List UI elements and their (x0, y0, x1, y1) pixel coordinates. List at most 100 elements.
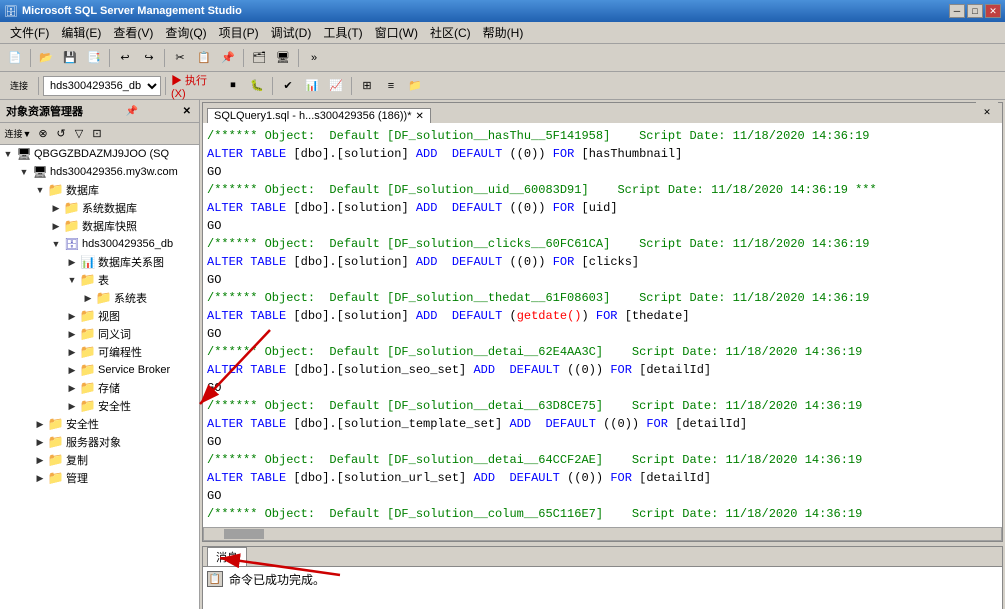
tree-node-databases[interactable]: ▼ 📁 数据库 (0, 181, 199, 199)
expand-icon: ▶ (32, 470, 48, 486)
programmability-label: 可编程性 (98, 344, 142, 360)
tree-node-sysdb[interactable]: ▶ 📁 系统数据库 (0, 199, 199, 217)
undo-btn[interactable]: ↩ (114, 47, 136, 69)
tree-node-programmability[interactable]: ▶ 📁 可编程性 (0, 343, 199, 361)
menu-tools[interactable]: 工具(T) (317, 22, 368, 43)
new-query-btn[interactable]: 📄 (4, 47, 26, 69)
h-scroll-thumb (224, 529, 264, 539)
paste-btn[interactable]: 📌 (217, 47, 239, 69)
folder-icon: 📁 (80, 344, 96, 360)
sql-tab-bar: SQLQuery1.sql - h...s300429356 (186))* ✕… (203, 103, 1002, 123)
diagrams-label: 数据库关系图 (98, 254, 164, 270)
folder-icon: 📁 (48, 452, 64, 468)
stop-refresh-btn[interactable]: ⊡ (88, 125, 106, 143)
title-min-btn[interactable]: ─ (949, 4, 965, 18)
close-panel-btn[interactable]: ✕ (181, 106, 193, 117)
include-actual-plan-btn[interactable]: 📊 (301, 75, 323, 97)
obj-explorer-btn[interactable]: 🗂 (248, 47, 270, 69)
tree-node-replication[interactable]: ▶ 📁 复制 (0, 451, 199, 469)
parse-btn[interactable]: ✔ (277, 75, 299, 97)
tree-node-server1[interactable]: ▼ 🖥 QBGGZBDAZMJ9JOO (SQ (0, 145, 199, 163)
menu-window[interactable]: 窗口(W) (369, 22, 424, 43)
sql-line: GO (207, 325, 998, 343)
tree-node-server-objects[interactable]: ▶ 📁 服务器对象 (0, 433, 199, 451)
toolbar-1: 📄 📂 💾 📑 ↩ ↪ ✂ 📋 📌 🗂 🖥 » (0, 44, 1005, 72)
filter-btn[interactable]: ▽ (70, 125, 88, 143)
debug-btn[interactable]: 🐛 (246, 75, 268, 97)
menu-edit[interactable]: 编辑(E) (55, 22, 107, 43)
title-bar: 🗄 Microsoft SQL Server Management Studio… (0, 0, 1005, 22)
sql-line: /****** Object: Default [DF_solution__th… (207, 289, 998, 307)
obj-explorer-header: 对象资源管理器 📌 ✕ (0, 100, 199, 123)
include-client-stats-btn[interactable]: 📈 (325, 75, 347, 97)
sql-h-scrollbar[interactable] (203, 527, 1002, 541)
save-all-btn[interactable]: 📑 (83, 47, 105, 69)
menu-bar: 文件(F) 编辑(E) 查看(V) 查询(Q) 项目(P) 调试(D) 工具(T… (0, 22, 1005, 44)
title-max-btn[interactable]: □ (967, 4, 983, 18)
sep-5 (298, 49, 299, 67)
expand-icon: ▶ (48, 200, 64, 216)
copy-btn[interactable]: 📋 (193, 47, 215, 69)
menu-view[interactable]: 查看(V) (107, 22, 159, 43)
hds-db-label: hds300429356_db (82, 238, 173, 250)
sql-line: GO (207, 379, 998, 397)
tree-node-storage[interactable]: ▶ 📁 存储 (0, 379, 199, 397)
results-panel: 消息 📋 命令已成功完成。 (202, 546, 1003, 609)
tree-node-server2[interactable]: ▼ 🖥 hds300429356.my3w.com (0, 163, 199, 181)
open-file-btn[interactable]: 📂 (35, 47, 57, 69)
expand-icon: ▶ (64, 398, 80, 414)
tree-node-service-broker[interactable]: ▶ 📁 Service Broker (0, 361, 199, 379)
refresh-btn[interactable]: ↺ (52, 125, 70, 143)
server2-label: hds300429356.my3w.com (50, 166, 178, 178)
tree-node-tables[interactable]: ▼ 📁 表 (0, 271, 199, 289)
tree-node-management[interactable]: ▶ 📁 管理 (0, 469, 199, 487)
db-selector[interactable]: hds300429356_db (43, 76, 161, 96)
sql-line: /****** Object: Default [DF_solution__de… (207, 343, 998, 361)
tree-node-snapshots[interactable]: ▶ 📁 数据库快照 (0, 217, 199, 235)
tree-node-diagrams[interactable]: ▶ 📊 数据库关系图 (0, 253, 199, 271)
menu-help[interactable]: 帮助(H) (477, 22, 530, 43)
menu-file[interactable]: 文件(F) (4, 22, 55, 43)
content-area: SQLQuery1.sql - h...s300429356 (186))* ✕… (200, 100, 1005, 609)
connect-obj-btn[interactable]: 连接▼ (2, 125, 34, 143)
results-to-grid-btn[interactable]: ⊞ (356, 75, 378, 97)
sql-tab-close-btn[interactable]: ✕ (416, 111, 424, 122)
tree-node-hds-db[interactable]: ▼ 🗄 hds300429356_db (0, 235, 199, 253)
disconnect-btn[interactable]: ⊗ (34, 125, 52, 143)
pin-btn[interactable]: 📌 (124, 106, 140, 117)
results-tab-messages[interactable]: 消息 (207, 547, 247, 567)
more-btn[interactable]: » (303, 47, 325, 69)
sql-tab[interactable]: SQLQuery1.sql - h...s300429356 (186))* ✕ (207, 108, 431, 123)
content-wrapper: SQLQuery1.sql - h...s300429356 (186))* ✕… (200, 100, 1005, 609)
tree-node-views[interactable]: ▶ 📁 视图 (0, 307, 199, 325)
sql-editor[interactable]: /****** Object: Default [DF_solution__ha… (203, 123, 1002, 527)
sep-8 (272, 77, 273, 95)
folder-icon: 📁 (48, 434, 64, 450)
execute-btn[interactable]: ▶ 执行(X) (170, 75, 220, 97)
stop-btn[interactable]: ⏹ (222, 75, 244, 97)
sql-tab-title: SQLQuery1.sql - h...s300429356 (186))* (214, 110, 412, 122)
cut-btn[interactable]: ✂ (169, 47, 191, 69)
redo-btn[interactable]: ↪ (138, 47, 160, 69)
folder-icon: 📁 (64, 218, 80, 234)
menu-project[interactable]: 项目(P) (213, 22, 265, 43)
tree-node-db-security[interactable]: ▶ 📁 安全性 (0, 397, 199, 415)
expand-icon: ▶ (64, 254, 80, 270)
menu-community[interactable]: 社区(C) (424, 22, 477, 43)
sep-6 (38, 77, 39, 95)
tree-node-security-top[interactable]: ▶ 📁 安全性 (0, 415, 199, 433)
results-to-text-btn[interactable]: ≡ (380, 75, 402, 97)
connect-btn[interactable]: 连接 (4, 75, 34, 97)
menu-query[interactable]: 查询(Q) (159, 22, 212, 43)
menu-debug[interactable]: 调试(D) (265, 22, 318, 43)
sql-line: /****** Object: Default [DF_solution__de… (207, 451, 998, 469)
tree-node-systables[interactable]: ▶ 📁 系统表 (0, 289, 199, 307)
save-btn[interactable]: 💾 (59, 47, 81, 69)
sql-line: /****** Object: Default [DF_solution__co… (207, 505, 998, 523)
sql-line: GO (207, 271, 998, 289)
registered-servers-btn[interactable]: 🖥 (272, 47, 294, 69)
title-close-btn[interactable]: ✕ (985, 4, 1001, 18)
close-editor-btn[interactable]: ✕ (976, 101, 998, 123)
results-to-file-btn[interactable]: 📁 (404, 75, 426, 97)
tree-node-synonyms[interactable]: ▶ 📁 同义词 (0, 325, 199, 343)
